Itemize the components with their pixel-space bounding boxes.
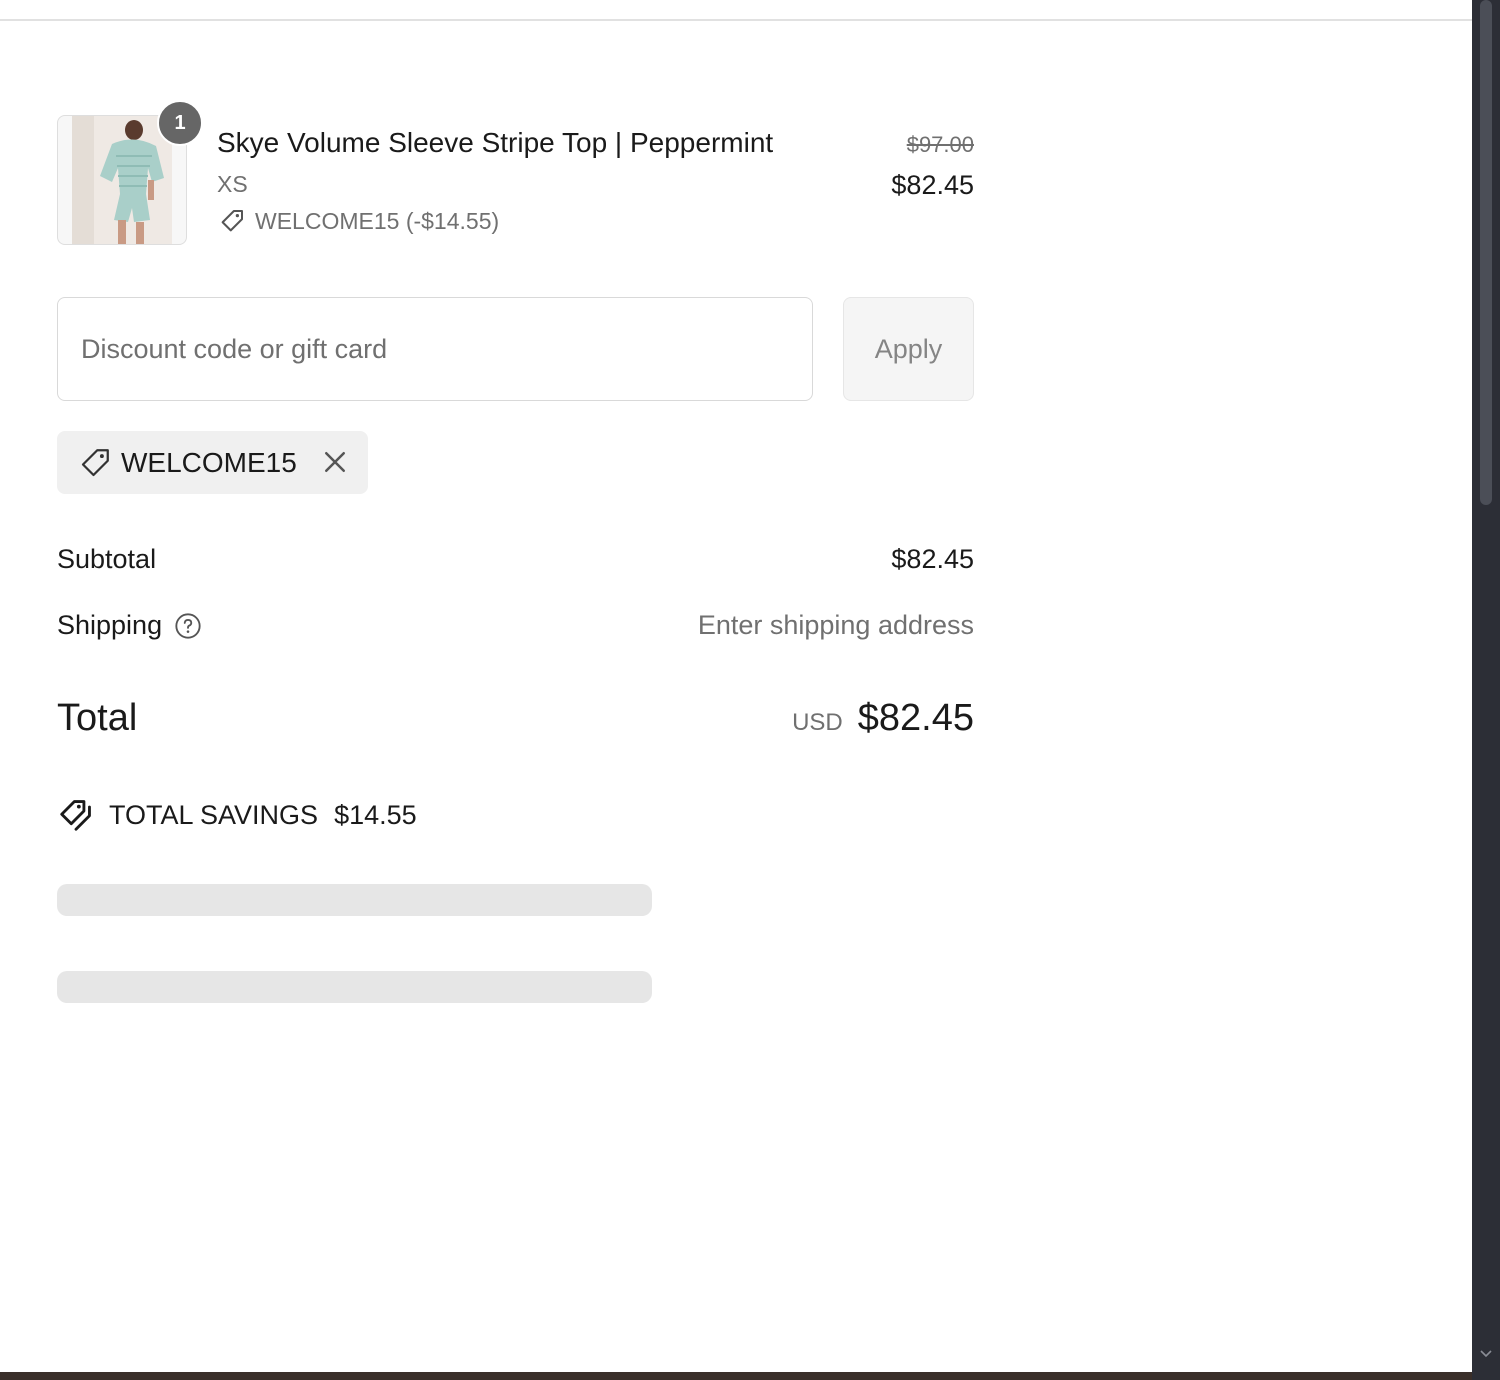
product-variant: XS xyxy=(217,171,248,197)
currency-code: USD xyxy=(792,709,843,736)
chevron-down-icon[interactable] xyxy=(1478,1346,1494,1362)
product-name: Skye Volume Sleeve Stripe Top | Peppermi… xyxy=(217,127,774,158)
quantity-badge: 1 xyxy=(157,100,203,146)
savings-label: TOTAL SAVINGS xyxy=(109,799,319,830)
loading-placeholder xyxy=(57,971,652,1003)
tag-icon xyxy=(221,210,243,232)
applied-discount-chip: WELCOME15 xyxy=(57,431,368,494)
order-summary-panel: 1 Skye Volume Sleeve Stripe Top | Pepper… xyxy=(0,0,1472,1372)
question-circle-icon[interactable] xyxy=(174,612,202,640)
total-amount: $82.45 xyxy=(857,697,974,739)
top-divider xyxy=(0,19,1472,21)
item-discount-line: WELCOME15 (-$14.55) xyxy=(217,206,499,236)
vertical-scrollbar[interactable] xyxy=(1472,0,1500,1380)
total-savings: TOTAL SAVINGS $14.55 xyxy=(57,796,417,834)
original-price: $97.00 xyxy=(906,132,974,157)
loading-placeholder xyxy=(57,884,652,916)
shipping-value: Enter shipping address xyxy=(697,610,974,640)
scrollbar-thumb[interactable] xyxy=(1480,0,1492,505)
item-discount-label: WELCOME15 (-$14.55) xyxy=(255,207,500,234)
discounted-price: $82.45 xyxy=(891,170,974,200)
applied-discount-code: WELCOME15 xyxy=(121,446,297,478)
total-label: Total xyxy=(57,697,138,739)
savings-amount: $14.55 xyxy=(334,799,417,830)
shipping-row: Shipping xyxy=(57,610,202,641)
apply-button[interactable]: Apply xyxy=(843,297,974,401)
tag-icon xyxy=(81,448,109,476)
subtotal-value: $82.45 xyxy=(891,544,974,574)
close-icon[interactable] xyxy=(320,447,350,477)
discount-code-input[interactable] xyxy=(57,297,813,401)
total-value: USD $82.45 xyxy=(792,697,974,740)
product-image xyxy=(72,116,172,244)
subtotal-label: Subtotal xyxy=(57,544,157,574)
window-bottom-edge xyxy=(0,1372,1472,1380)
shipping-label: Shipping xyxy=(57,610,163,640)
double-tag-icon xyxy=(60,800,91,831)
